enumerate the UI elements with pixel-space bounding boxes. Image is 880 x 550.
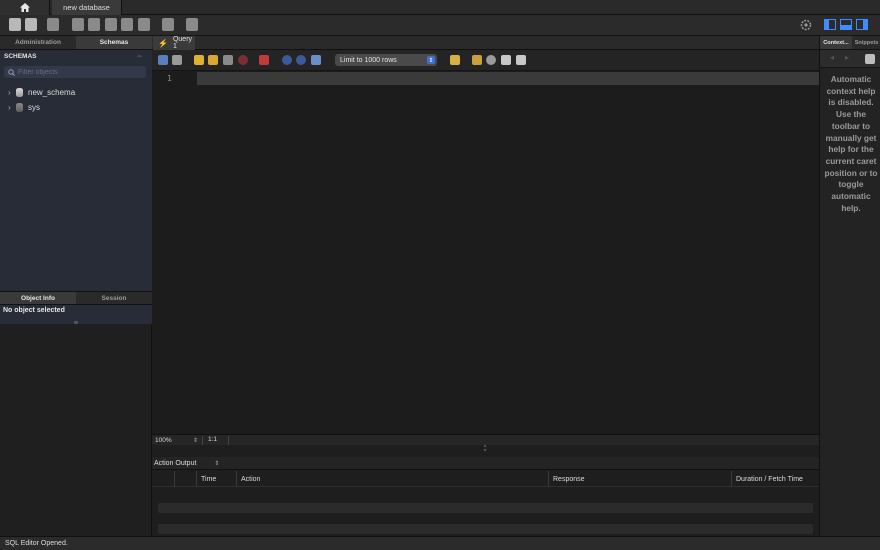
create-table-icon[interactable] [88,18,100,31]
execute-icon[interactable] [194,55,204,65]
cursor-position: 1:1 [208,436,218,443]
open-sql-script-icon[interactable] [25,18,37,31]
navigator-tabs: Administration Schemas [0,36,152,50]
context-help-message: Automatic context help is disabled. Use … [824,74,878,213]
home-tab[interactable] [0,0,50,15]
expand-chevron-icon[interactable]: › [8,103,16,112]
main-toolbar [0,15,880,36]
divider [228,436,229,445]
query-tab[interactable]: ⚡ Query 1 [153,36,195,50]
connection-tab[interactable]: new database [52,0,122,15]
output-body [152,487,819,536]
beautify-icon[interactable] [450,55,460,65]
line-number: 1 [167,74,172,83]
zoom-select[interactable]: 100% ⇕ [155,436,199,445]
output-selector-arrows-icon[interactable]: ⇕ [214,460,219,467]
tab-administration[interactable]: Administration [0,36,76,49]
query-tab-bar: ⚡ Query 1 [152,36,819,50]
schema-item-new-schema[interactable]: › new_schema [8,86,75,98]
column-duration[interactable]: Duration / Fetch Time [731,471,819,487]
toggle-sidebar-icon[interactable] [824,19,836,30]
help-navigation: ◂ ▸ [820,50,880,68]
create-view-icon[interactable] [105,18,117,31]
schemas-collapse-icon[interactable]: ⇔ [136,53,143,60]
filter-objects-field[interactable] [4,66,146,78]
toggle-output-icon[interactable] [840,19,852,30]
commit-icon[interactable] [282,55,292,65]
output-splitter-handle[interactable]: ▴ ▾ [483,443,487,456]
query-tab-label: Query 1 [172,36,193,50]
right-panel-tabs: Context... Snippets [820,36,880,50]
navigator-panel: Administration Schemas SCHEMAS ⇔ › new_s… [0,36,152,536]
forward-arrow-icon[interactable]: ▸ [845,53,849,62]
filter-objects-input[interactable] [18,68,138,76]
schemas-pane: SCHEMAS ⇔ › new_schema › sys [0,50,152,324]
autocommit-icon[interactable] [311,55,321,65]
word-wrap-icon[interactable] [516,55,526,65]
empty-row [158,524,813,534]
output-selector[interactable]: Action Output [154,460,196,467]
status-bar: SQL Editor Opened. [0,536,880,550]
select-arrows-icon: ⇕ [427,56,435,64]
sql-editor[interactable]: 1 [152,71,819,434]
new-sql-tab-icon[interactable] [9,18,21,31]
settings-gear-icon[interactable] [800,19,812,31]
zoom-stepper-icon[interactable]: ⇕ [193,437,198,444]
expand-chevron-icon[interactable]: › [8,88,16,97]
tab-snippets[interactable]: Snippets [852,36,880,49]
database-icon [16,87,23,97]
current-line-highlight[interactable] [197,72,819,85]
tab-session[interactable]: Session [76,292,152,304]
empty-row [158,503,813,513]
create-schema-icon[interactable] [72,18,84,31]
schema-item-sys[interactable]: › sys [8,101,40,113]
reconnect-icon[interactable] [186,18,198,31]
status-message: SQL Editor Opened. [5,540,68,547]
schemas-header: SCHEMAS [4,53,37,60]
output-header: Action Output ⇕ [152,457,819,470]
tab-context-help[interactable]: Context... [820,36,852,49]
execute-current-icon[interactable] [208,55,218,65]
editor-toolbar: Limit to 1000 rows ⇕ [152,50,819,71]
column-time[interactable]: Time [196,471,236,487]
tab-object-info[interactable]: Object Info [0,292,76,304]
schema-name: new_schema [28,87,76,97]
manual-help-icon[interactable] [865,54,875,64]
search-table-data-icon[interactable] [162,18,174,31]
object-info-text: No object selected [3,307,65,314]
explain-icon[interactable] [223,55,233,65]
create-procedure-icon[interactable] [121,18,133,31]
zoom-value: 100% [155,437,172,444]
create-function-icon[interactable] [138,18,150,31]
toggle-error-icon[interactable] [259,55,269,65]
connection-tab-bar: new database [0,0,880,15]
back-arrow-icon[interactable]: ◂ [830,53,834,62]
tab-schemas[interactable]: Schemas [76,36,152,49]
limit-rows-value: Limit to 1000 rows [340,56,397,64]
find-replace-icon[interactable] [472,55,482,65]
context-help-panel: Context... Snippets ◂ ▸ Automatic contex… [819,36,880,536]
invisible-chars-icon[interactable] [501,55,511,65]
stop-icon[interactable] [238,55,248,65]
schema-name: sys [28,102,40,112]
divider [202,436,203,445]
search-icon[interactable] [486,55,496,65]
toggle-secondary-sidebar-icon[interactable] [856,19,868,30]
inspector-icon[interactable] [47,18,59,31]
info-tabs: Object Info Session [0,291,152,305]
search-icon [8,68,15,76]
column-status[interactable] [174,471,196,487]
home-icon [19,3,30,12]
database-icon [16,102,23,112]
open-file-icon[interactable] [158,55,168,65]
rollback-icon[interactable] [296,55,306,65]
column-response[interactable]: Response [548,471,731,487]
limit-rows-select[interactable]: Limit to 1000 rows ⇕ [335,54,437,66]
panel-splitter-handle[interactable] [74,321,78,324]
lightning-icon: ⚡ [158,38,168,48]
output-column-headers: Time Action Response Duration / Fetch Ti… [152,471,819,487]
column-action[interactable]: Action [236,471,548,487]
save-file-icon[interactable] [172,55,182,65]
line-gutter: 1 [152,71,196,434]
